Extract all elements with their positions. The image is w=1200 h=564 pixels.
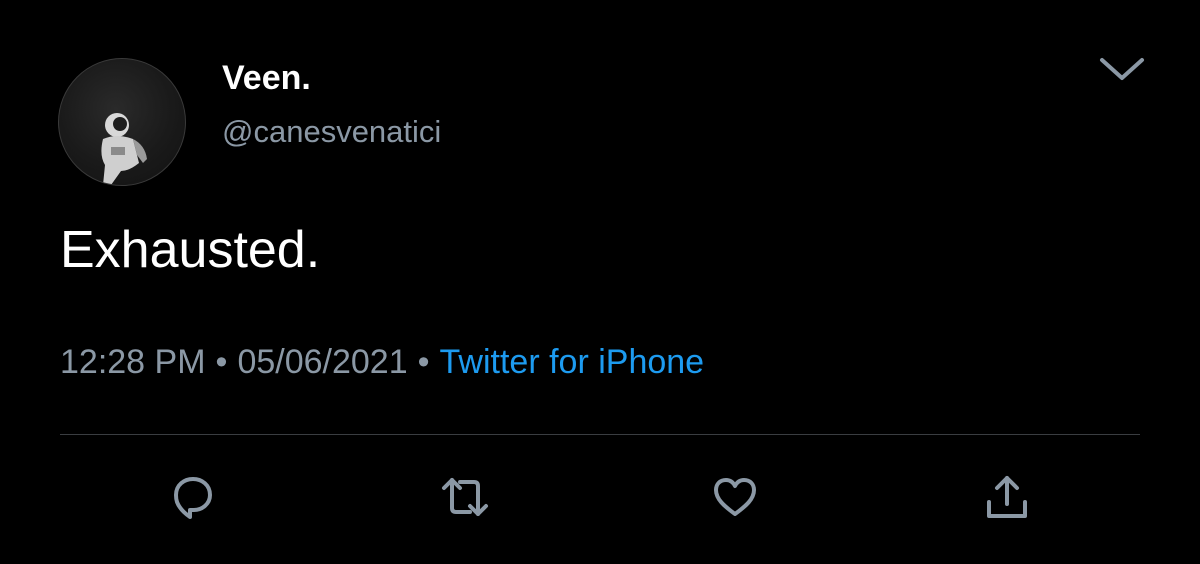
- chevron-down-icon[interactable]: [1096, 46, 1148, 90]
- tweet-source-link[interactable]: Twitter for iPhone: [440, 343, 705, 381]
- avatar[interactable]: [58, 58, 186, 186]
- astronaut-avatar-image: [101, 113, 147, 185]
- tweet-time: 12:28 PM: [60, 343, 206, 381]
- like-button[interactable]: [710, 472, 760, 522]
- display-name[interactable]: Veen.: [222, 58, 311, 98]
- heart-icon: [714, 478, 756, 516]
- user-handle[interactable]: @canesvenatici: [222, 112, 441, 152]
- tweet-date[interactable]: 05/06/2021: [237, 343, 407, 381]
- separator-dot: •: [215, 343, 228, 381]
- share-button[interactable]: [982, 472, 1032, 522]
- tweet-metadata: 12:28 PM • 05/06/2021 • Twitter for iPhone: [60, 340, 704, 384]
- retweet-icon: [442, 478, 488, 516]
- reply-icon: [174, 477, 212, 519]
- retweet-button[interactable]: [440, 472, 490, 522]
- reply-button[interactable]: [168, 472, 218, 522]
- separator-dot: •: [417, 343, 430, 381]
- tweet-text: Exhausted.: [60, 221, 321, 279]
- share-icon: [987, 476, 1027, 518]
- divider: [60, 434, 1140, 435]
- tweet-card: Veen. @canesvenatici Exhausted. 12:28 PM…: [0, 0, 1200, 564]
